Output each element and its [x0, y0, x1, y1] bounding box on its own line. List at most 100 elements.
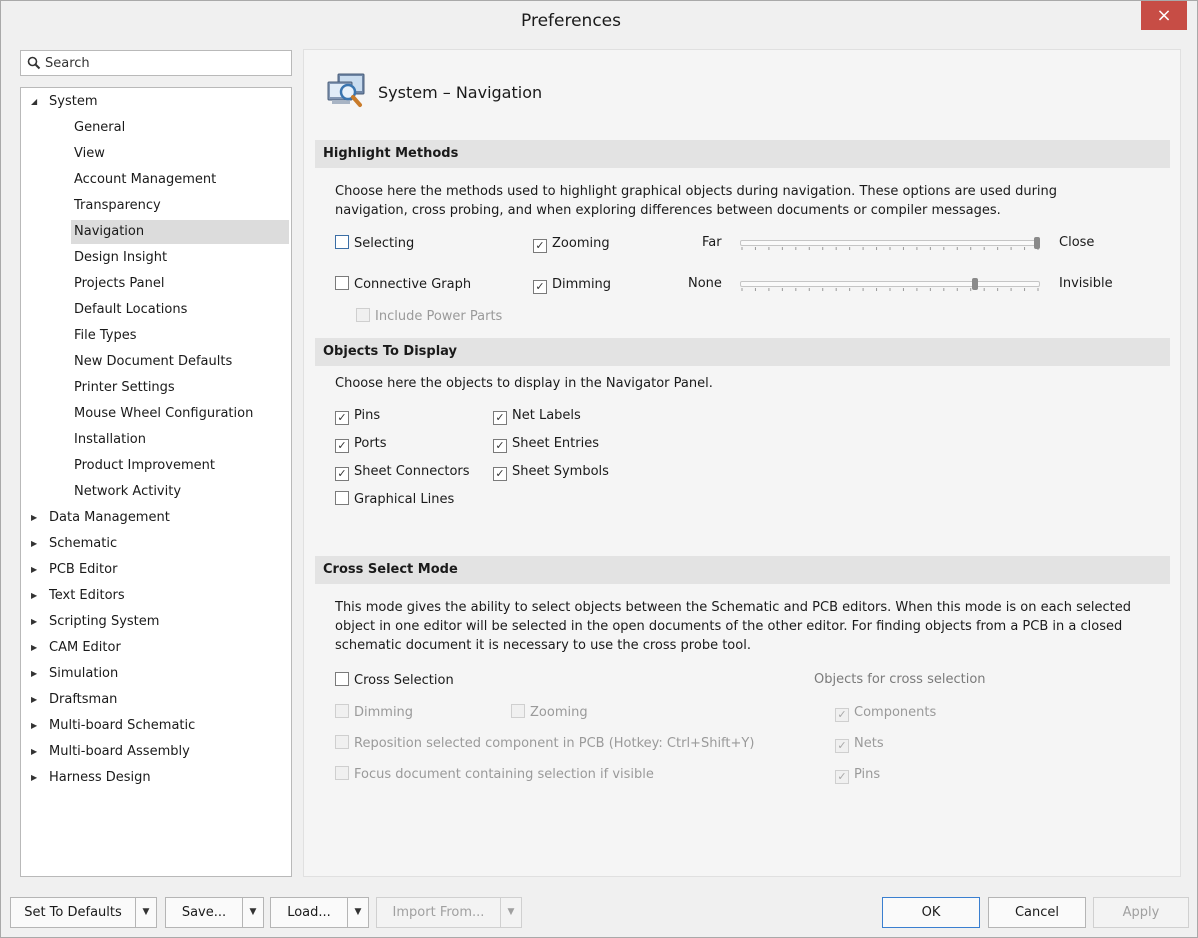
- tree-item-product-improvement[interactable]: Product Improvement: [71, 454, 289, 478]
- tree-item-network-activity[interactable]: Network Activity: [71, 480, 289, 504]
- navigation-settings-icon: [327, 73, 365, 107]
- zooming-label: Zooming: [552, 236, 610, 251]
- sheet-entries-check-box: ✓: [493, 439, 507, 453]
- tree-item-printer-settings[interactable]: Printer Settings: [71, 376, 289, 400]
- tree-item-projects-panel[interactable]: Projects Panel: [71, 272, 289, 296]
- tree-item-scripting-system[interactable]: ▶ Scripting System: [22, 610, 290, 634]
- tree-item-multi-board-assembly[interactable]: ▶ Multi-board Assembly: [22, 740, 290, 764]
- sheet-entries-checkbox[interactable]: ✓ Sheet Entries: [493, 435, 599, 453]
- close-button[interactable]: ×: [1141, 1, 1187, 30]
- components-check-box: ✓: [835, 708, 849, 722]
- search-box[interactable]: [20, 50, 292, 76]
- load-dropdown[interactable]: ▼: [347, 897, 369, 928]
- apply-button[interactable]: Apply: [1093, 897, 1189, 928]
- tree-item-mouse-wheel-configuration[interactable]: Mouse Wheel Configuration: [71, 402, 289, 426]
- collapse-triangle-icon[interactable]: ▶: [31, 584, 41, 608]
- expand-triangle-icon[interactable]: ◢: [31, 90, 41, 114]
- include-power-parts-checkbox[interactable]: Include Power Parts: [356, 308, 502, 326]
- cross-select-description-line: object in one editor will be selected in…: [335, 619, 1123, 634]
- tree-item-new-document-defaults[interactable]: New Document Defaults: [71, 350, 289, 374]
- tree-item-label: Text Editors: [49, 588, 125, 603]
- cross-zooming-check-box: [511, 704, 525, 718]
- collapse-triangle-icon[interactable]: ▶: [31, 532, 41, 556]
- selecting-checkbox[interactable]: Selecting: [335, 235, 414, 253]
- focus-document-checkbox[interactable]: Focus document containing selection if v…: [335, 766, 654, 784]
- tree-item-draftsman[interactable]: ▶ Draftsman: [22, 688, 290, 712]
- search-icon: [27, 56, 41, 70]
- dim-slider-max-label: Invisible: [1059, 276, 1113, 291]
- window-title: Preferences: [521, 11, 621, 31]
- tree-item-multi-board-schematic[interactable]: ▶ Multi-board Schematic: [22, 714, 290, 738]
- sheet-symbols-checkbox[interactable]: ✓ Sheet Symbols: [493, 463, 609, 481]
- collapse-triangle-icon[interactable]: ▶: [31, 766, 41, 790]
- tree-item-file-types[interactable]: File Types: [71, 324, 289, 348]
- collapse-triangle-icon[interactable]: ▶: [31, 558, 41, 582]
- nets-checkbox[interactable]: ✓ Nets: [835, 735, 884, 753]
- slider-ticks: [741, 247, 1039, 250]
- components-checkbox[interactable]: ✓ Components: [835, 704, 936, 722]
- tree-item-cam-editor[interactable]: ▶ CAM Editor: [22, 636, 290, 660]
- cross-selection-checkbox[interactable]: Cross Selection: [335, 672, 454, 690]
- collapse-triangle-icon[interactable]: ▶: [31, 740, 41, 764]
- tree-item-navigation[interactable]: Navigation: [71, 220, 289, 244]
- tree-item-pcb-editor[interactable]: ▶ PCB Editor: [22, 558, 290, 582]
- cross-selection-check-box: [335, 672, 349, 686]
- cross-zooming-checkbox[interactable]: Zooming: [511, 704, 588, 722]
- dimming-checkbox[interactable]: ✓ Dimming: [533, 276, 611, 294]
- tree-item-simulation[interactable]: ▶ Simulation: [22, 662, 290, 686]
- collapse-triangle-icon[interactable]: ▶: [31, 610, 41, 634]
- tree-item-installation[interactable]: Installation: [71, 428, 289, 452]
- slider-thumb[interactable]: [972, 278, 979, 290]
- cross-selection-label: Cross Selection: [354, 673, 454, 688]
- set-to-defaults-dropdown[interactable]: ▼: [135, 897, 157, 928]
- tree-item-system[interactable]: ◢ System: [22, 90, 290, 114]
- components-label: Components: [854, 705, 937, 720]
- tree-item-general[interactable]: General: [71, 116, 289, 140]
- import-from-dropdown[interactable]: ▼: [500, 897, 522, 928]
- connective-graph-checkbox[interactable]: Connective Graph: [335, 276, 471, 294]
- set-to-defaults-button[interactable]: Set To Defaults: [10, 897, 136, 928]
- cancel-button[interactable]: Cancel: [988, 897, 1086, 928]
- sheet-connectors-checkbox[interactable]: ✓ Sheet Connectors: [335, 463, 470, 481]
- reposition-checkbox[interactable]: Reposition selected component in PCB (Ho…: [335, 735, 754, 753]
- ports-checkbox[interactable]: ✓ Ports: [335, 435, 387, 453]
- tree-item-harness-design[interactable]: ▶ Harness Design: [22, 766, 290, 790]
- zooming-checkbox[interactable]: ✓ Zooming: [533, 235, 610, 253]
- sheet-connectors-check-box: ✓: [335, 467, 349, 481]
- ok-button[interactable]: OK: [882, 897, 980, 928]
- content-panel: System – Navigation Highlight Methods Ch…: [303, 49, 1181, 877]
- save-button[interactable]: Save...: [165, 897, 243, 928]
- slider-thumb[interactable]: [1034, 237, 1040, 249]
- search-input[interactable]: [45, 53, 285, 73]
- focus-document-label: Focus document containing selection if v…: [354, 767, 654, 782]
- tree-item-design-insight[interactable]: Design Insight: [71, 246, 289, 270]
- save-dropdown[interactable]: ▼: [242, 897, 264, 928]
- collapse-triangle-icon[interactable]: ▶: [31, 636, 41, 660]
- reposition-check-box: [335, 735, 349, 749]
- tree-item-transparency[interactable]: Transparency: [71, 194, 289, 218]
- graphical-lines-checkbox[interactable]: Graphical Lines: [335, 491, 454, 509]
- load-button[interactable]: Load...: [270, 897, 348, 928]
- collapse-triangle-icon[interactable]: ▶: [31, 688, 41, 712]
- import-from-button[interactable]: Import From...: [376, 897, 501, 928]
- net-labels-checkbox[interactable]: ✓ Net Labels: [493, 407, 581, 425]
- tree-item-account-management[interactable]: Account Management: [71, 168, 289, 192]
- sheet-connectors-label: Sheet Connectors: [354, 464, 470, 479]
- cross-dimming-checkbox[interactable]: Dimming: [335, 704, 413, 722]
- cross-dimming-label: Dimming: [354, 705, 414, 720]
- dim-slider[interactable]: [740, 277, 1040, 291]
- zoom-slider[interactable]: [740, 236, 1040, 250]
- collapse-triangle-icon[interactable]: ▶: [31, 662, 41, 686]
- pins-checkbox[interactable]: ✓ Pins: [335, 407, 380, 425]
- tree-item-view[interactable]: View: [71, 142, 289, 166]
- collapse-triangle-icon[interactable]: ▶: [31, 506, 41, 530]
- cross-pins-checkbox[interactable]: ✓ Pins: [835, 766, 880, 784]
- tree-item-schematic[interactable]: ▶ Schematic: [22, 532, 290, 556]
- tree-item-label: Multi-board Schematic: [49, 718, 196, 733]
- dimming-check-box: ✓: [533, 280, 547, 294]
- connective-graph-label: Connective Graph: [354, 277, 472, 292]
- collapse-triangle-icon[interactable]: ▶: [31, 714, 41, 738]
- tree-item-data-management[interactable]: ▶ Data Management: [22, 506, 290, 530]
- tree-item-text-editors[interactable]: ▶ Text Editors: [22, 584, 290, 608]
- tree-item-default-locations[interactable]: Default Locations: [71, 298, 289, 322]
